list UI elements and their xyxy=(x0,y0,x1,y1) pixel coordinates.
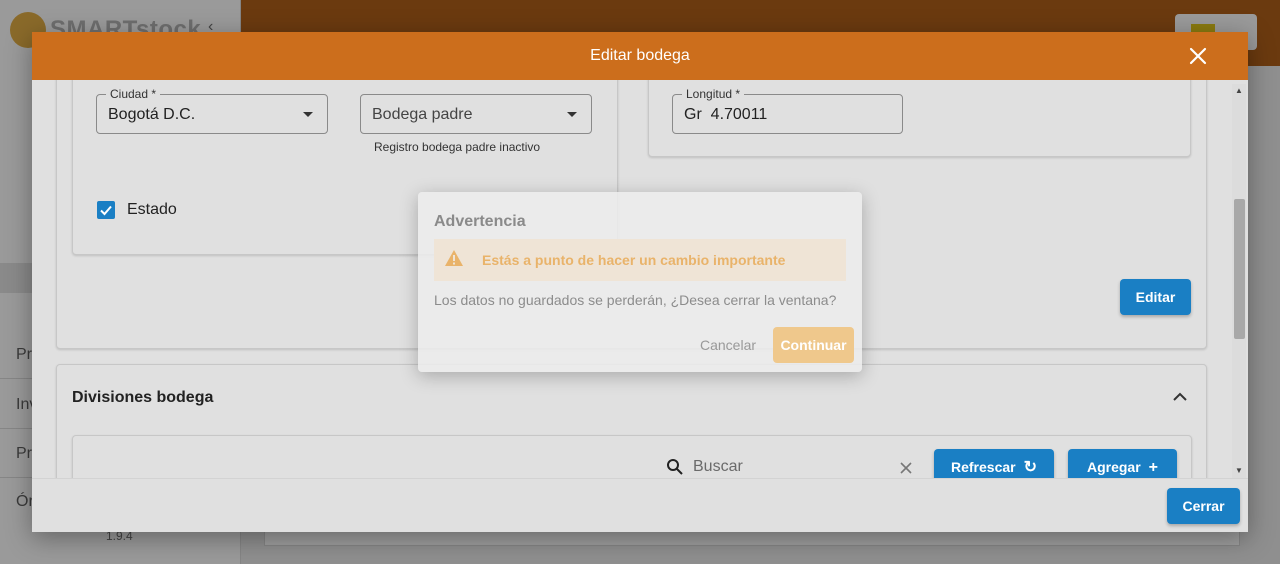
modal-header: Editar bodega xyxy=(32,32,1248,80)
clear-icon[interactable] xyxy=(899,461,913,475)
scroll-up-arrow-icon[interactable]: ▲ xyxy=(1232,84,1246,98)
search-input[interactable]: Buscar xyxy=(693,458,743,476)
longitude-field[interactable]: Longitud * Gr 4.70011 xyxy=(672,87,903,134)
status-checkbox[interactable] xyxy=(97,201,115,219)
divisions-table-toolbar: Buscar Refrescar ↻ Agregar + xyxy=(72,435,1192,478)
close-button[interactable]: Cerrar xyxy=(1167,488,1240,524)
parent-warehouse-help: Registro bodega padre inactivo xyxy=(374,140,541,154)
cancel-button[interactable]: Cancelar xyxy=(690,327,766,363)
warning-dialog: Advertencia Estás a punto de hacer un ca… xyxy=(418,192,862,372)
city-label: Ciudad * xyxy=(106,87,161,101)
divisions-title: Divisiones bodega xyxy=(72,389,214,406)
refresh-icon: ↻ xyxy=(1023,459,1037,477)
search-icon xyxy=(666,458,684,476)
dialog-message: Los datos no guardados se perderán, ¿Des… xyxy=(434,292,837,308)
plus-icon: + xyxy=(1148,459,1159,477)
city-value: Bogotá D.C. xyxy=(108,106,196,123)
divisions-card: Divisiones bodega Buscar Refrescar ↻ Agre… xyxy=(56,364,1207,478)
dropdown-arrow-icon xyxy=(567,112,577,117)
status-label: Estado xyxy=(127,201,177,218)
close-icon[interactable] xyxy=(1184,42,1212,70)
modal-title: Editar bodega xyxy=(590,47,690,64)
dropdown-arrow-icon xyxy=(303,112,313,117)
refresh-button[interactable]: Refrescar ↻ xyxy=(934,449,1054,478)
add-button[interactable]: Agregar + xyxy=(1068,449,1177,478)
modal-footer: Cerrar xyxy=(32,478,1248,532)
continue-button[interactable]: Continuar xyxy=(773,327,854,363)
add-label: Agregar xyxy=(1086,459,1141,475)
coordinates-panel: Longitud * Gr 4.70011 xyxy=(648,80,1191,157)
parent-warehouse-select[interactable]: Bodega padre xyxy=(360,94,592,134)
edit-button[interactable]: Editar xyxy=(1120,279,1191,315)
city-select[interactable]: Ciudad * Bogotá D.C. xyxy=(96,87,328,134)
longitude-label: Longitud * xyxy=(682,87,745,101)
modal-scrollbar[interactable]: ▲ ▼ xyxy=(1232,84,1246,478)
chevron-up-icon[interactable] xyxy=(1170,387,1190,407)
parent-warehouse-placeholder: Bodega padre xyxy=(372,106,473,123)
scroll-down-arrow-icon[interactable]: ▼ xyxy=(1232,464,1246,478)
warning-alert: Estás a punto de hacer un cambio importa… xyxy=(434,239,846,281)
dialog-title: Advertencia xyxy=(434,213,526,230)
longitude-value: Gr 4.70011 xyxy=(684,106,768,123)
refresh-label: Refrescar xyxy=(950,459,1016,475)
warning-text: Estás a punto de hacer un cambio importa… xyxy=(482,252,786,268)
warning-icon xyxy=(444,249,464,267)
scroll-thumb[interactable] xyxy=(1234,199,1245,339)
